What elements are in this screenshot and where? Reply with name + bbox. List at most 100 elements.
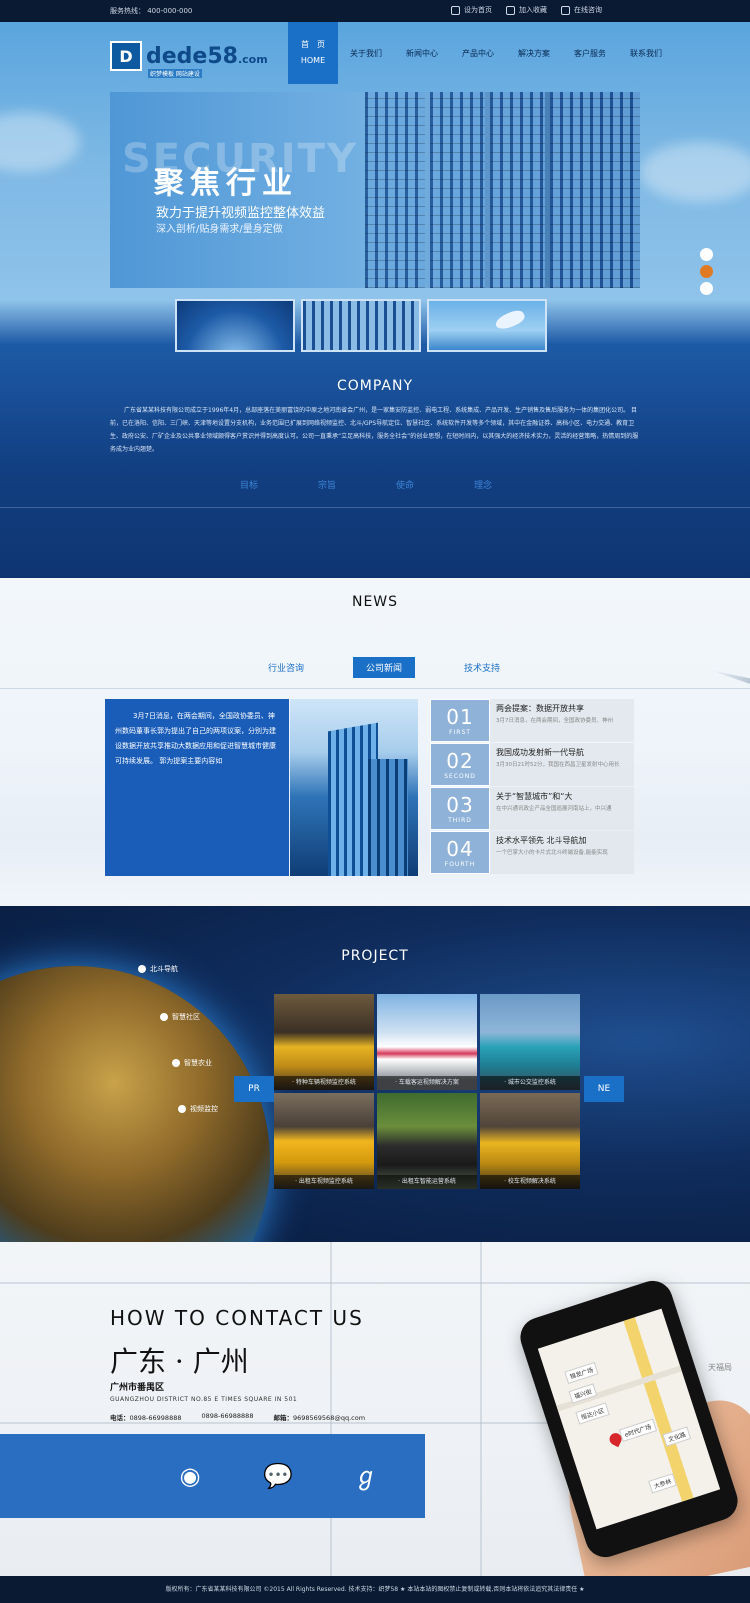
set-homepage-link[interactable]: 设为首页	[451, 5, 492, 15]
nav-home-en: HOME	[300, 56, 326, 65]
slider-dot[interactable]	[700, 248, 713, 261]
map-label: 锦发广场	[564, 1361, 599, 1385]
tencent-icon[interactable]: ℊ	[349, 1463, 383, 1489]
news-item-title: 我国成功发射新一代导航	[496, 748, 584, 757]
nav-about[interactable]: 关于我们	[338, 22, 394, 84]
nav-contact[interactable]: 联系我们	[618, 22, 674, 84]
tab-industry[interactable]: 行业咨询	[255, 657, 317, 678]
slider-dot-active[interactable]	[700, 265, 713, 278]
news-num: 01	[446, 705, 474, 729]
featured-news-image[interactable]	[290, 699, 418, 876]
project-card[interactable]: · 校车视频解决系统	[480, 1093, 580, 1189]
email[interactable]: 邮箱：9698569568@qq.com	[273, 1412, 365, 1422]
logo-tagline: 织梦模板 网站建设	[148, 69, 202, 78]
phone-label: 电话：	[110, 1414, 130, 1422]
divider	[0, 507, 750, 508]
nav-news[interactable]: 新闻中心	[394, 22, 450, 84]
logo-name: dede58	[146, 43, 238, 69]
expand-icon	[506, 5, 515, 15]
news-number: 03 THIRD	[430, 787, 490, 830]
banner-headline: 聚焦行业	[154, 166, 298, 201]
nav-home-cn: 首 页	[301, 40, 325, 49]
value-purpose[interactable]: 宗旨	[318, 478, 336, 491]
hero-banner[interactable]: SECURITY 聚焦行业 致力于提升视频监控整体效益 深入剖析/贴身需求/量身…	[110, 92, 640, 288]
value-mission[interactable]: 使命	[396, 478, 414, 491]
news-item[interactable]: 02 SECOND 我国成功发射新一代导航 3月30日21时52分，我国在西昌卫星发…	[430, 743, 634, 786]
phone-1-value: 0898-66998888	[129, 1414, 182, 1422]
phone-1: 电话：0898-66998888	[110, 1412, 181, 1422]
news-item-desc: 在中兴通讯政企产品全国巡展河南站上，中兴通	[496, 806, 612, 812]
logo-suffix: .com	[237, 52, 268, 66]
map-label: 大参林	[648, 1473, 677, 1494]
contact-city: 广东 · 广州	[110, 1345, 249, 1378]
project-card[interactable]: · 出租车视频监控系统	[274, 1093, 374, 1189]
wechat-icon[interactable]: 💬	[261, 1463, 295, 1489]
pin-beidou[interactable]: 北斗导航	[138, 964, 178, 974]
thumbnail[interactable]	[427, 299, 547, 352]
nav-service[interactable]: 客户服务	[562, 22, 618, 84]
thumbnail[interactable]	[301, 299, 421, 352]
phone-mockup: 锦发广场 福兴街 恒达小区 e时代广场 文化路 大参林	[515, 1275, 743, 1563]
pin-agriculture[interactable]: 智慧农业	[172, 1058, 212, 1068]
news-item[interactable]: 04 FOURTH 技术水平领先 北斗导航加 一个巴掌大小的卡片式北斗终端设备,能能…	[430, 831, 634, 874]
project-card[interactable]: · 车载客运视频解决方案	[377, 994, 477, 1090]
pin-video[interactable]: 视频监控	[178, 1104, 218, 1114]
hero-section: D dede58.com 织梦模板 网站建设 首 页 HOME 关于我们 新闻中…	[0, 22, 750, 578]
phone-2: 0898-66988888	[201, 1412, 254, 1420]
building-image	[365, 92, 425, 288]
nav-products[interactable]: 产品中心	[450, 22, 506, 84]
thumbnail[interactable]	[175, 299, 295, 352]
slider-dot[interactable]	[700, 282, 713, 295]
project-caption: · 出租车视频监控系统	[274, 1175, 374, 1189]
news-num-word: FOURTH	[444, 861, 476, 868]
project-card[interactable]: · 出租车智能运营系统	[377, 1093, 477, 1189]
map-label: e时代广场	[618, 1418, 657, 1443]
contact-address-en: GUANGZHOU DISTRICT NO.85 E TIMES SQUARE …	[110, 1396, 298, 1403]
pin-community[interactable]: 智慧社区	[160, 1012, 200, 1022]
add-favorite-label: 加入收藏	[519, 6, 547, 14]
tower-image	[368, 759, 408, 876]
news-item-title: 技术水平领先 北斗导航加	[496, 836, 587, 845]
company-intro: 广东省某某科技有限公司成立于1996年4月，总部座落在美丽富饶的中原之地河南省会…	[110, 407, 639, 453]
map-road	[623, 1317, 694, 1502]
tab-company-news[interactable]: 公司新闻	[353, 657, 416, 678]
news-num-word: FIRST	[449, 729, 471, 736]
phone-map-screen: 锦发广场 福兴街 恒达小区 e时代广场 文化路 大参林	[537, 1308, 721, 1530]
weibo-icon[interactable]: ◉	[173, 1463, 207, 1489]
project-caption: · 车载客运视频解决方案	[377, 1076, 477, 1090]
add-favorite-link[interactable]: 加入收藏	[506, 5, 547, 15]
nav-solutions[interactable]: 解决方案	[506, 22, 562, 84]
map-road	[480, 1242, 482, 1576]
news-text: 我国成功发射新一代导航 3月30日21时52分，我国在西昌卫星发射中心用长	[490, 743, 634, 786]
news-item[interactable]: 01 FIRST 两会提案：数据开放共享 3月7日消息，在两会期间，全国政协委员、神…	[430, 699, 634, 742]
project-caption: · 校车视频解决系统	[480, 1175, 580, 1189]
news-item[interactable]: 03 THIRD 关于“智慧城市”和“大 在中兴通讯政企产品全国巡展河南站上，中兴通	[430, 787, 634, 830]
next-button[interactable]: NE	[584, 1076, 624, 1102]
main-nav: 首 页 HOME 关于我们 新闻中心 产品中心 解决方案 客户服务 联系我们	[288, 22, 674, 84]
value-goal[interactable]: 目标	[240, 478, 258, 491]
value-concept[interactable]: 理念	[474, 478, 492, 491]
news-item-desc: 一个巴掌大小的卡片式北斗终端设备,能能实现	[496, 850, 608, 856]
top-bar: 服务热线： 400-000-000 设为首页 加入收藏 在线咨询	[0, 0, 750, 22]
company-title: COMPANY	[336, 378, 414, 394]
prev-button[interactable]: PR	[234, 1076, 274, 1102]
tab-tech-support[interactable]: 技术支持	[451, 657, 513, 678]
banner-subline: 致力于提升视频监控整体效益	[156, 206, 326, 221]
news-text: 技术水平领先 北斗导航加一个巴掌大小的卡片式北斗终端设备,能能实现	[490, 831, 634, 874]
news-item-desc: 3月7日消息，在两会期间，全国政协委员、神州	[496, 718, 614, 724]
project-card[interactable]: · 特种车辆视频监控系统	[274, 994, 374, 1090]
building-image	[430, 92, 485, 288]
news-num-word: THIRD	[448, 817, 472, 824]
contact-info: 电话：0898-66998888 0898-66988888 邮箱：969856…	[110, 1412, 365, 1422]
online-consult-link[interactable]: 在线咨询	[561, 5, 602, 15]
nav-home[interactable]: 首 页 HOME	[288, 22, 338, 84]
project-card[interactable]: · 城市公交监控系统	[480, 994, 580, 1090]
news-num: 02	[446, 749, 474, 773]
banner-subline2: 深入剖析/贴身需求/量身定做	[156, 224, 283, 235]
news-list: 01 FIRST 两会提案：数据开放共享 3月7日消息，在两会期间，全国政协委员、神…	[430, 699, 634, 875]
featured-news-text[interactable]: 3月7日消息，在两会期间，全国政协委员、神州数码董事长郭为提出了自己的两项议案，…	[105, 699, 289, 876]
airplane-decoration	[710, 670, 750, 684]
top-links: 设为首页 加入收藏 在线咨询	[451, 5, 602, 15]
site-logo[interactable]: D dede58.com 织梦模板 网站建设	[110, 41, 268, 78]
project-caption: · 城市公交监控系统	[480, 1076, 580, 1090]
